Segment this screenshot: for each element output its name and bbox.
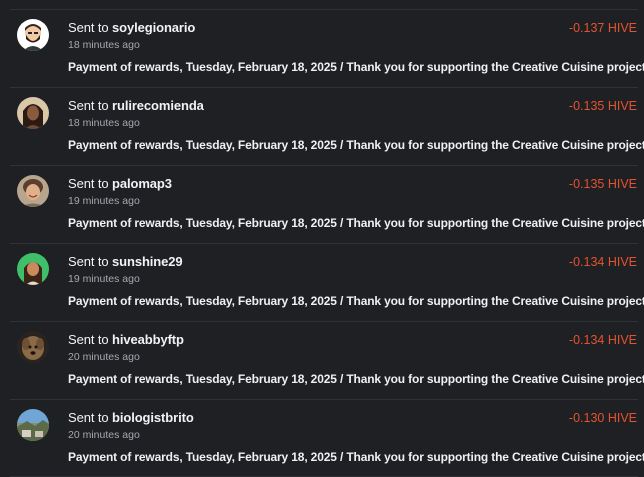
transfer-memo: Payment of rewards, Tuesday, February 18… — [68, 216, 644, 230]
transfer-prefix: Sent to — [68, 176, 109, 191]
transfer-prefix: Sent to — [68, 332, 109, 347]
transfer-amount: -0.135 HIVE — [568, 177, 637, 191]
timestamp: 20 minutes ago — [68, 351, 140, 363]
divider — [10, 243, 638, 244]
recipient-link[interactable]: sunshine29 — [112, 254, 183, 269]
avatar[interactable] — [17, 97, 49, 129]
transfer-item: Sent to soylegionario 18 minutes ago -0.… — [0, 9, 644, 87]
transfer-title: Sent to soylegionario — [68, 20, 195, 35]
recipient-link[interactable]: biologistbrito — [112, 410, 194, 425]
transfer-title: Sent to biologistbrito — [68, 410, 194, 425]
transfer-amount: -0.134 HIVE — [568, 255, 637, 269]
recipient-link[interactable]: rulirecomienda — [112, 98, 204, 113]
transfer-memo: Payment of rewards, Tuesday, February 18… — [68, 60, 644, 74]
transfer-amount: -0.130 HIVE — [568, 411, 637, 425]
transfer-memo: Payment of rewards, Tuesday, February 18… — [68, 138, 644, 152]
transfer-prefix: Sent to — [68, 20, 109, 35]
transfer-amount: -0.134 HIVE — [568, 333, 637, 347]
transfer-history-list: Sent to soylegionario 18 minutes ago -0.… — [0, 0, 644, 477]
divider — [10, 87, 638, 88]
avatar[interactable] — [17, 409, 49, 441]
transfer-item: Sent to sunshine29 19 minutes ago -0.134… — [0, 243, 644, 321]
avatar[interactable] — [17, 253, 49, 285]
divider — [10, 399, 638, 400]
transfer-item: Sent to rulirecomienda 18 minutes ago -0… — [0, 87, 644, 165]
timestamp: 19 minutes ago — [68, 195, 140, 207]
timestamp: 19 minutes ago — [68, 273, 140, 285]
divider — [10, 321, 638, 322]
recipient-link[interactable]: hiveabbyftp — [112, 332, 184, 347]
recipient-link[interactable]: soylegionario — [112, 20, 195, 35]
transfer-title: Sent to hiveabbyftp — [68, 332, 184, 347]
transfer-amount: -0.135 HIVE — [568, 99, 637, 113]
transfer-memo: Payment of rewards, Tuesday, February 18… — [68, 294, 644, 308]
transfer-title: Sent to sunshine29 — [68, 254, 183, 269]
divider — [10, 9, 638, 10]
transfer-item: Sent to hiveabbyftp 20 minutes ago -0.13… — [0, 321, 644, 399]
timestamp: 18 minutes ago — [68, 117, 140, 129]
transfer-title: Sent to rulirecomienda — [68, 98, 204, 113]
recipient-link[interactable]: palomap3 — [112, 176, 172, 191]
transfer-item: Sent to palomap3 19 minutes ago -0.135 H… — [0, 165, 644, 243]
transfer-title: Sent to palomap3 — [68, 176, 172, 191]
avatar[interactable] — [17, 331, 49, 363]
avatar[interactable] — [17, 175, 49, 207]
transfer-item: Sent to biologistbrito 20 minutes ago -0… — [0, 399, 644, 477]
divider — [10, 165, 638, 166]
transfer-prefix: Sent to — [68, 98, 109, 113]
transfer-amount: -0.137 HIVE — [568, 21, 637, 35]
timestamp: 18 minutes ago — [68, 39, 140, 51]
transfer-memo: Payment of rewards, Tuesday, February 18… — [68, 450, 644, 464]
transfer-prefix: Sent to — [68, 410, 109, 425]
avatar[interactable] — [17, 19, 49, 51]
transfer-memo: Payment of rewards, Tuesday, February 18… — [68, 372, 644, 386]
transfer-prefix: Sent to — [68, 254, 109, 269]
timestamp: 20 minutes ago — [68, 429, 140, 441]
